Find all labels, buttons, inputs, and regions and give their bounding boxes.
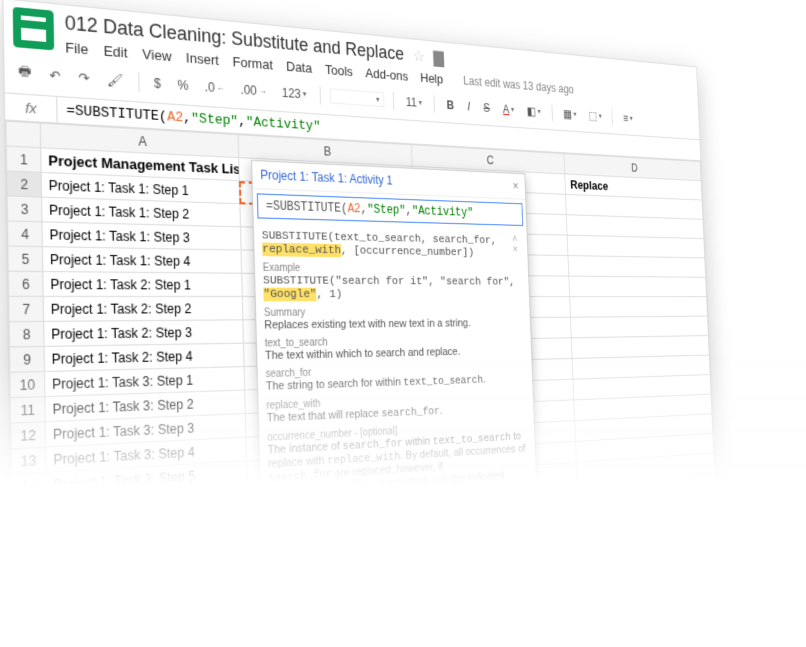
font-size-select[interactable]: 11▾ (402, 92, 426, 111)
cell[interactable] (571, 316, 709, 338)
increase-decimal-button[interactable]: .00→ (236, 79, 270, 100)
cell[interactable] (571, 335, 709, 358)
menu-insert[interactable]: Insert (186, 49, 219, 67)
row-header[interactable]: 3 (7, 195, 42, 221)
row-header[interactable]: 6 (8, 271, 43, 296)
row-header[interactable]: 10 (10, 371, 45, 397)
grid[interactable]: A B C D 1 Project Management Task List I… (5, 120, 717, 603)
bold-button[interactable]: B (443, 95, 458, 113)
example-text: SUBSTITUTE("search for it", "search for"… (263, 273, 523, 300)
row-header[interactable]: 16 (12, 523, 47, 551)
row-header[interactable]: 15 (12, 497, 47, 525)
fill-color-button[interactable]: ◧▾ (523, 101, 544, 119)
font-select[interactable]: ▾ (330, 88, 385, 107)
align-button[interactable]: ≡▾ (620, 109, 636, 126)
row-header[interactable]: 14 (11, 472, 46, 500)
row-header[interactable]: 11 (10, 396, 45, 423)
menu-help[interactable]: Help (420, 70, 443, 86)
paint-format-icon[interactable]: 🖌 (102, 69, 127, 90)
redo-icon[interactable]: ↷ (74, 66, 94, 87)
formula-result-preview: Project 1: Task 1: Activity 1 (260, 167, 393, 187)
cell[interactable] (569, 276, 706, 297)
menu-edit[interactable]: Edit (103, 42, 127, 60)
star-icon[interactable]: ☆ (412, 45, 425, 65)
summary-text: Replaces existing text with new text in … (264, 317, 524, 332)
cell[interactable]: Project 1: Task 2: Step 2 (43, 296, 242, 321)
fx-label: fx (5, 93, 58, 122)
cell[interactable]: Project 1: Task 2: Step 1 (43, 271, 242, 296)
row-header[interactable]: 5 (8, 246, 43, 271)
strike-button[interactable]: S (480, 98, 494, 116)
sheets-logo-icon (13, 6, 54, 50)
row-header[interactable]: 9 (9, 346, 44, 372)
merge-button[interactable]: ⬚▾ (585, 106, 605, 124)
function-signature: SUBSTITUTE(text_to_search, search_for, r… (262, 228, 522, 259)
select-all-corner[interactable] (6, 121, 41, 148)
menu-file[interactable]: File (65, 39, 88, 57)
spreadsheet-app: 012 Data Cleaning: Substitute and Replac… (2, 0, 718, 605)
menu-tools[interactable]: Tools (325, 61, 353, 78)
undo-icon[interactable]: ↶ (45, 64, 66, 85)
row-header[interactable]: 7 (9, 296, 44, 321)
print-icon[interactable]: 🖶 (14, 58, 37, 88)
cell[interactable] (567, 235, 704, 258)
menu-view[interactable]: View (142, 45, 171, 63)
row-header[interactable]: 17 (13, 548, 48, 577)
menu-addons[interactable]: Add-ons (365, 65, 408, 83)
percent-button[interactable]: % (173, 74, 193, 94)
cell[interactable] (568, 255, 705, 277)
cell[interactable]: Project 1: Task 1: Step 4 (42, 246, 241, 273)
cell[interactable]: Project 1: Task 1: Step 3 (42, 221, 241, 249)
cell[interactable]: Project 1: Task 2: Step 3 (44, 319, 244, 346)
menu-data[interactable]: Data (286, 58, 312, 75)
more-formats-button[interactable]: 123▾ (278, 82, 311, 103)
formula-help-tooltip: Project 1: Task 1: Activity 1 × =SUBSTIT… (251, 159, 538, 547)
close-icon[interactable]: × (513, 179, 519, 192)
row-header[interactable]: 13 (11, 447, 46, 474)
cell[interactable] (570, 296, 708, 317)
italic-button[interactable]: I (464, 97, 474, 115)
row-header[interactable]: 18 (13, 574, 48, 603)
text-color-button[interactable]: A▾ (499, 99, 517, 117)
cell[interactable] (567, 214, 704, 238)
row-header[interactable]: 8 (9, 321, 44, 347)
row-header[interactable]: 1 (6, 146, 41, 172)
row-header[interactable]: 2 (7, 170, 42, 196)
row-header[interactable]: 4 (7, 220, 42, 246)
collapse-icon[interactable]: ˄ × (512, 235, 521, 260)
decrease-decimal-button[interactable]: .0← (200, 76, 229, 97)
borders-button[interactable]: ▦▾ (560, 104, 580, 122)
folder-icon[interactable]: ▇ (433, 47, 444, 67)
param-desc: The instance of search_for within text_t… (267, 430, 530, 513)
row-header[interactable]: 12 (11, 421, 46, 448)
menu-format[interactable]: Format (232, 53, 273, 72)
currency-button[interactable]: $ (149, 72, 165, 92)
